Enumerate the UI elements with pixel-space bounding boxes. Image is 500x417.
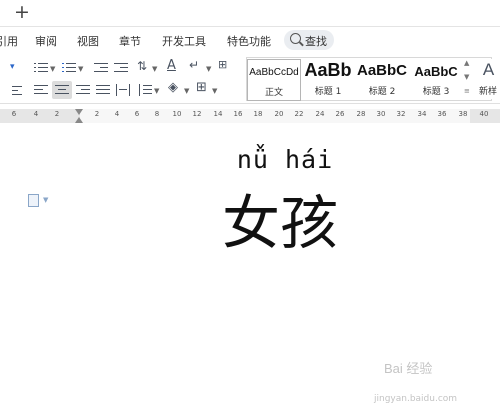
- align-left-partial-icon[interactable]: [12, 83, 22, 97]
- ruler-number: 4: [114, 110, 120, 118]
- menu-references[interactable]: 引用: [0, 33, 18, 49]
- menu-developer-tools[interactable]: 开发工具: [162, 33, 206, 49]
- style-new[interactable]: A 新样: [477, 59, 500, 99]
- numbered-list-icon[interactable]: [62, 62, 76, 74]
- scroll-down-icon[interactable]: ▼: [464, 73, 469, 81]
- first-line-indent-marker[interactable]: [75, 109, 83, 115]
- ruler-number: 30: [376, 110, 386, 118]
- ruler-number: 40: [479, 110, 489, 118]
- ruler-number: 8: [154, 110, 160, 118]
- ruler-number: 22: [294, 110, 304, 118]
- horizontal-ruler[interactable]: 6 4 2 2 4 6 8 10 12 14 16 18 20 22 24 26…: [0, 109, 500, 123]
- ruler-number: 2: [94, 110, 100, 118]
- ruler-number: 32: [396, 110, 406, 118]
- pinyin-guide-text: nǚ hái: [236, 145, 334, 174]
- align-left-icon[interactable]: [34, 84, 48, 96]
- distributed-icon[interactable]: [116, 84, 131, 96]
- style-normal-sample: AaBbCcDd: [249, 67, 299, 78]
- watermark-logo: Bai 经验: [384, 361, 433, 376]
- ruler-number: 28: [356, 110, 366, 118]
- scroll-expand-icon[interactable]: ≡: [464, 87, 470, 95]
- ruler-number: 6: [11, 110, 17, 118]
- decrease-indent-icon[interactable]: [94, 62, 108, 74]
- style-normal[interactable]: AaBbCcDd 正文: [247, 59, 301, 101]
- text-direction-icon[interactable]: ⇅: [137, 59, 147, 73]
- ruler-number: 26: [335, 110, 345, 118]
- menu-section[interactable]: 章节: [119, 33, 141, 49]
- ruler-number: 6: [134, 110, 140, 118]
- search-button[interactable]: 查找: [284, 30, 334, 50]
- style-new-name: 新样: [479, 87, 498, 97]
- char-spacing-icon[interactable]: A: [167, 58, 176, 73]
- scroll-up-icon[interactable]: ▲: [464, 59, 469, 67]
- table-icon[interactable]: ⊞: [218, 58, 227, 71]
- tab-bar: +: [0, 0, 500, 27]
- align-center-button[interactable]: [52, 81, 72, 99]
- style-normal-name: 正文: [264, 88, 283, 98]
- line-spacing-icon[interactable]: [138, 84, 152, 96]
- watermark-url: jingyan.baidu.com: [374, 394, 458, 404]
- document-page[interactable]: ▼ nǚ hái 女孩 Bai 经验 jingyan.baidu.com: [0, 124, 500, 417]
- style-heading-3-name: 标题 3: [422, 87, 450, 97]
- style-heading-2-sample: AaBbC: [356, 62, 407, 79]
- search-icon: [290, 33, 301, 44]
- font-color-icon[interactable]: ▾: [10, 62, 15, 72]
- align-right-icon[interactable]: [76, 84, 90, 96]
- search-label: 查找: [305, 35, 327, 48]
- ruler-number: 16: [233, 110, 243, 118]
- style-heading-1-sample: AaBb: [304, 60, 352, 80]
- menu-special-features[interactable]: 特色功能: [227, 33, 271, 49]
- ruler-number: 36: [437, 110, 447, 118]
- ribbon-toolbar: ▼ ▼ ⇅ ▼ A ↵ ▼ ⊞ ▾ ▼ ◈ ▼ ⊞ ▼ AaBbCcDd 正文 …: [0, 56, 500, 104]
- ruler-number: 4: [33, 110, 39, 118]
- ruler-number: 20: [274, 110, 284, 118]
- style-heading-3-sample: AaBbC: [414, 64, 458, 79]
- justify-icon[interactable]: [96, 84, 110, 96]
- border-icon[interactable]: ⊞: [196, 80, 207, 95]
- shading-icon[interactable]: ◈: [168, 80, 178, 95]
- hanzi-text: 女孩: [221, 189, 338, 257]
- style-heading-1[interactable]: AaBb 标题 1: [301, 59, 355, 99]
- menu-bar: 引用 审阅 视图 章节 开发工具 特色功能: [0, 27, 500, 55]
- style-heading-1-name: 标题 1: [314, 87, 342, 97]
- paragraph-layout-caret-icon[interactable]: ▼: [43, 196, 48, 204]
- ruler-number: 38: [458, 110, 468, 118]
- ruler-number: 10: [172, 110, 182, 118]
- ruler-number: 24: [315, 110, 325, 118]
- style-heading-2-name: 标题 2: [368, 87, 396, 97]
- ruler-number: 12: [192, 110, 202, 118]
- ruler-number: 14: [213, 110, 223, 118]
- new-tab-button[interactable]: +: [14, 1, 30, 23]
- line-break-icon[interactable]: ↵: [189, 58, 199, 72]
- menu-view[interactable]: 视图: [77, 33, 99, 49]
- ruler-number: 34: [417, 110, 427, 118]
- style-heading-3[interactable]: AaBbC 标题 3: [410, 59, 462, 99]
- styles-scroll[interactable]: ▲ ▼ ≡: [463, 59, 473, 99]
- bullet-list-icon[interactable]: [34, 62, 48, 74]
- ruler-number: 2: [54, 110, 60, 118]
- menu-review[interactable]: 审阅: [35, 33, 57, 49]
- increase-indent-icon[interactable]: [114, 62, 128, 74]
- align-center-icon: [55, 84, 69, 96]
- hanging-indent-marker[interactable]: [75, 117, 83, 123]
- style-new-sample: A: [482, 60, 495, 79]
- ruler-number: 18: [253, 110, 263, 118]
- style-heading-2[interactable]: AaBbC 标题 2: [356, 59, 408, 99]
- paragraph-layout-icon[interactable]: [28, 194, 39, 207]
